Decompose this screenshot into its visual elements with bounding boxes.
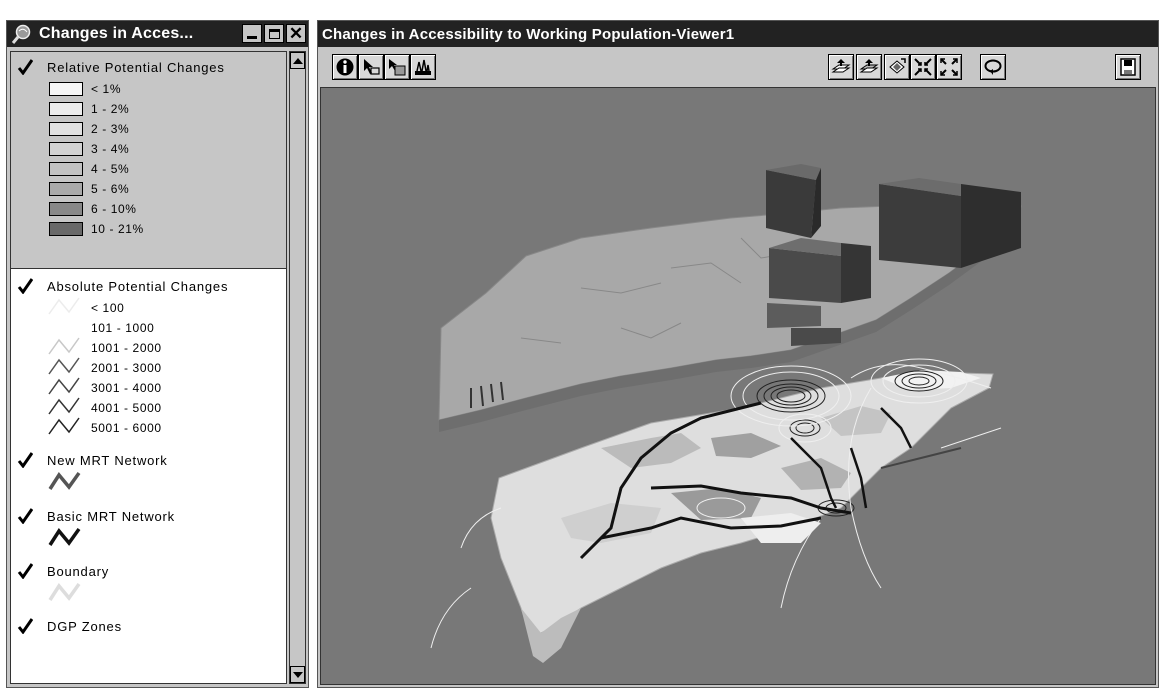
legend-swatch <box>49 142 83 156</box>
line-symbol <box>48 377 80 395</box>
checkbox-checked-icon[interactable] <box>17 59 33 75</box>
viewer-window-title: Changes in Accessibility to Working Popu… <box>322 25 735 43</box>
navigate-3d-icon <box>415 59 431 75</box>
maximize-icon <box>268 28 280 39</box>
zoom-in-icon <box>914 58 932 76</box>
legend-class-label: 2001 - 3000 <box>91 361 162 375</box>
rotate-view-icon <box>984 59 1002 75</box>
zoom-full-extent-icon <box>889 58 906 74</box>
legend-class-label: 10 - 21% <box>91 222 144 236</box>
save-view-button[interactable] <box>1115 54 1141 80</box>
layer-boundary[interactable]: Boundary <box>11 559 286 609</box>
layer-name: DGP Zones <box>47 619 122 634</box>
legend-window-title: Changes in Acces... <box>39 25 194 42</box>
line-symbol <box>48 582 81 601</box>
legend-class-label: 5 - 6% <box>91 182 130 196</box>
layer-dgp-zones[interactable]: DGP Zones <box>11 614 286 644</box>
pointer-button[interactable] <box>358 54 384 80</box>
save-view-icon <box>1120 58 1136 76</box>
legend-class-label: 3001 - 4000 <box>91 381 162 395</box>
layer-new-mrt-network[interactable]: New MRT Network <box>11 448 286 498</box>
rotate-view-button[interactable] <box>980 54 1006 80</box>
legend-window: Changes in Acces... ✕ Relative Potential… <box>6 20 309 688</box>
line-symbol <box>48 471 81 490</box>
checkbox-checked-icon[interactable] <box>17 278 33 294</box>
line-symbol <box>48 527 81 546</box>
checkbox-checked-icon[interactable] <box>17 508 33 524</box>
legend-swatch <box>49 102 83 116</box>
checkbox-checked-icon[interactable] <box>17 618 33 634</box>
info-icon <box>336 58 354 76</box>
select-features-icon <box>389 59 406 76</box>
layer-name: Basic MRT Network <box>47 509 175 524</box>
legend-class-label: 5001 - 6000 <box>91 421 162 435</box>
arrow-down-icon <box>292 671 303 678</box>
legend-swatch <box>49 182 83 196</box>
identify-button[interactable] <box>332 54 358 80</box>
legend-class-label: 1 - 2% <box>91 102 130 116</box>
navigate-button[interactable] <box>410 54 436 80</box>
arrow-up-icon <box>292 57 303 64</box>
zoom-out-icon <box>940 58 958 76</box>
layer-absolute-potential-changes[interactable]: Absolute Potential Changes < 100 101 - 1… <box>11 268 286 438</box>
zoom-to-active-themes-icon <box>831 59 851 73</box>
viewer-toolbar <box>318 47 1158 87</box>
layer-relative-potential-changes[interactable]: Relative Potential Changes < 1% 1 - 2% 2… <box>11 52 286 268</box>
zoom-to-selected-button[interactable] <box>856 54 882 80</box>
scroll-up-button[interactable] <box>290 52 305 69</box>
layer-name: New MRT Network <box>47 453 168 468</box>
legend-title-bar[interactable]: Changes in Acces... ✕ <box>7 21 308 47</box>
line-symbol <box>48 397 80 415</box>
legend-swatch <box>49 122 83 136</box>
legend-scrollbar[interactable] <box>289 51 306 684</box>
select-features-button[interactable] <box>384 54 410 80</box>
legend-class-label: 101 - 1000 <box>91 321 155 335</box>
zoom-full-extent-button[interactable] <box>884 54 910 80</box>
viewer-window: Changes in Accessibility to Working Popu… <box>317 20 1159 688</box>
legend-class-label: 4001 - 5000 <box>91 401 162 415</box>
legend-swatch <box>49 162 83 176</box>
legend-class-label: 3 - 4% <box>91 142 130 156</box>
close-button[interactable]: ✕ <box>286 24 306 43</box>
zoom-to-selected-icon <box>859 59 879 73</box>
line-symbol <box>48 337 80 355</box>
select-pointer-icon <box>364 59 380 75</box>
layer-name: Absolute Potential Changes <box>47 279 229 294</box>
minimize-icon <box>247 36 257 39</box>
checkbox-checked-icon[interactable] <box>17 452 33 468</box>
zoom-to-active-themes-button[interactable] <box>828 54 854 80</box>
legend-swatch <box>49 202 83 216</box>
line-symbol <box>48 297 80 315</box>
minimize-button[interactable] <box>242 24 262 43</box>
checkbox-checked-icon[interactable] <box>17 563 33 579</box>
3d-map-view[interactable] <box>320 87 1156 685</box>
layer-name: Relative Potential Changes <box>47 60 225 75</box>
scene-canvas <box>430 164 1022 663</box>
table-of-contents[interactable]: Relative Potential Changes < 1% 1 - 2% 2… <box>10 51 287 684</box>
legend-swatch <box>49 82 83 96</box>
legend-class-label: < 100 <box>91 301 125 315</box>
legend-class-label: < 1% <box>91 82 122 96</box>
line-symbol <box>48 357 80 375</box>
zoom-in-button[interactable] <box>910 54 936 80</box>
close-icon: ✕ <box>288 23 304 43</box>
zoom-out-button[interactable] <box>936 54 962 80</box>
line-symbol <box>48 317 80 335</box>
legend-class-label: 1001 - 2000 <box>91 341 162 355</box>
line-symbol <box>48 417 80 435</box>
maximize-button[interactable] <box>264 24 284 43</box>
legend-class-label: 2 - 3% <box>91 122 130 136</box>
layer-basic-mrt-network[interactable]: Basic MRT Network <box>11 504 286 554</box>
scroll-down-button[interactable] <box>290 666 305 683</box>
legend-class-label: 4 - 5% <box>91 162 130 176</box>
legend-swatch <box>49 222 83 236</box>
magnifier-globe-icon <box>11 24 31 44</box>
legend-class-label: 6 - 10% <box>91 202 137 216</box>
viewer-title-bar[interactable]: Changes in Accessibility to Working Popu… <box>318 21 1158 47</box>
layer-name: Boundary <box>47 564 110 579</box>
